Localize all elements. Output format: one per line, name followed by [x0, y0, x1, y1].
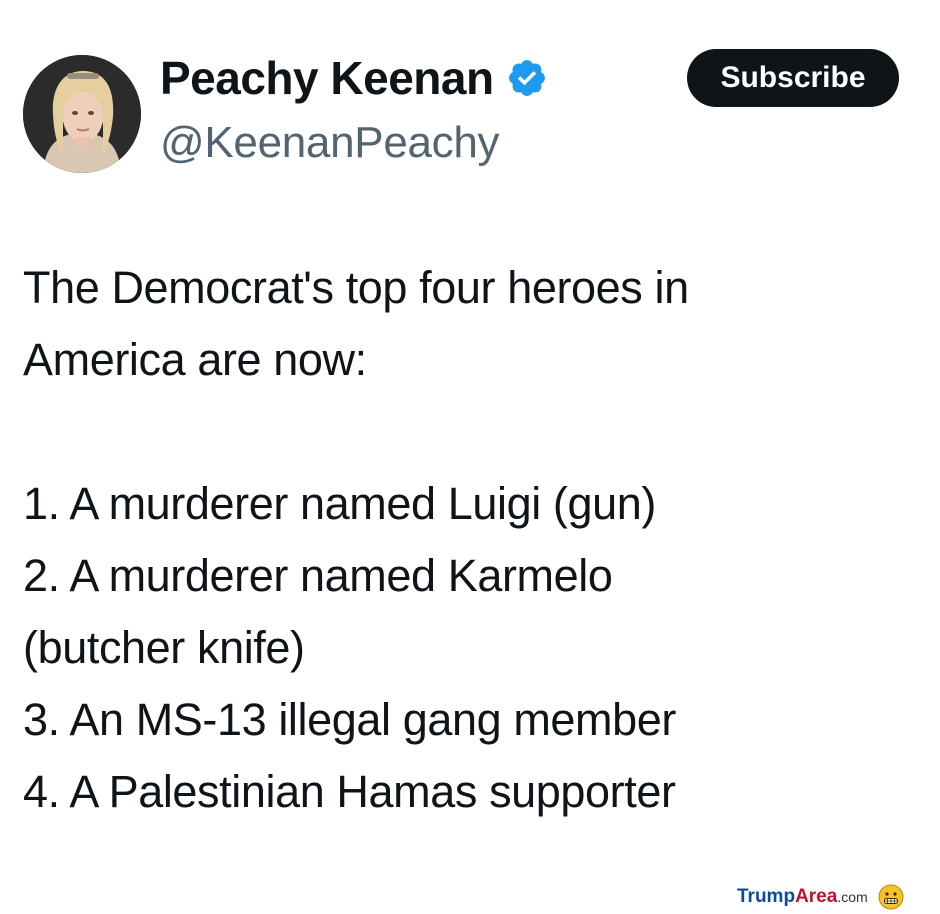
grimacing-emoji-icon [878, 884, 904, 910]
verified-badge-icon [508, 60, 545, 96]
watermark-trump: Trump [737, 886, 796, 907]
site-watermark: TrumpArea.com [737, 884, 904, 910]
watermark-area: Area [795, 886, 838, 907]
avatar[interactable] [23, 55, 141, 173]
tweet-text-line: 3. An MS-13 illegal gang member [23, 694, 676, 745]
tweet-text-line: America are now: [23, 334, 367, 385]
watermark-com: .com [837, 889, 868, 905]
tweet-text-line: The Democrat's top four heroes in [23, 262, 689, 313]
tweet-text-line: 4. A Palestinian Hamas supporter [23, 766, 676, 817]
tweet-text-line: (butcher knife) [23, 622, 305, 673]
tweet-text: The Democrat's top four heroes in Americ… [23, 252, 923, 828]
tweet-text-line: 2. A murderer named Karmelo [23, 550, 613, 601]
avatar-image [23, 55, 141, 173]
author-name-row: Peachy Keenan [160, 50, 548, 106]
watermark-text: TrumpArea.com [737, 884, 868, 910]
author-display-name[interactable]: Peachy Keenan [160, 50, 494, 106]
paragraph-break [23, 396, 923, 468]
tweet-text-line: 1. A murderer named Luigi (gun) [23, 478, 656, 529]
author-handle[interactable]: @KeenanPeachy [160, 116, 500, 170]
subscribe-button[interactable]: Subscribe [687, 49, 899, 107]
